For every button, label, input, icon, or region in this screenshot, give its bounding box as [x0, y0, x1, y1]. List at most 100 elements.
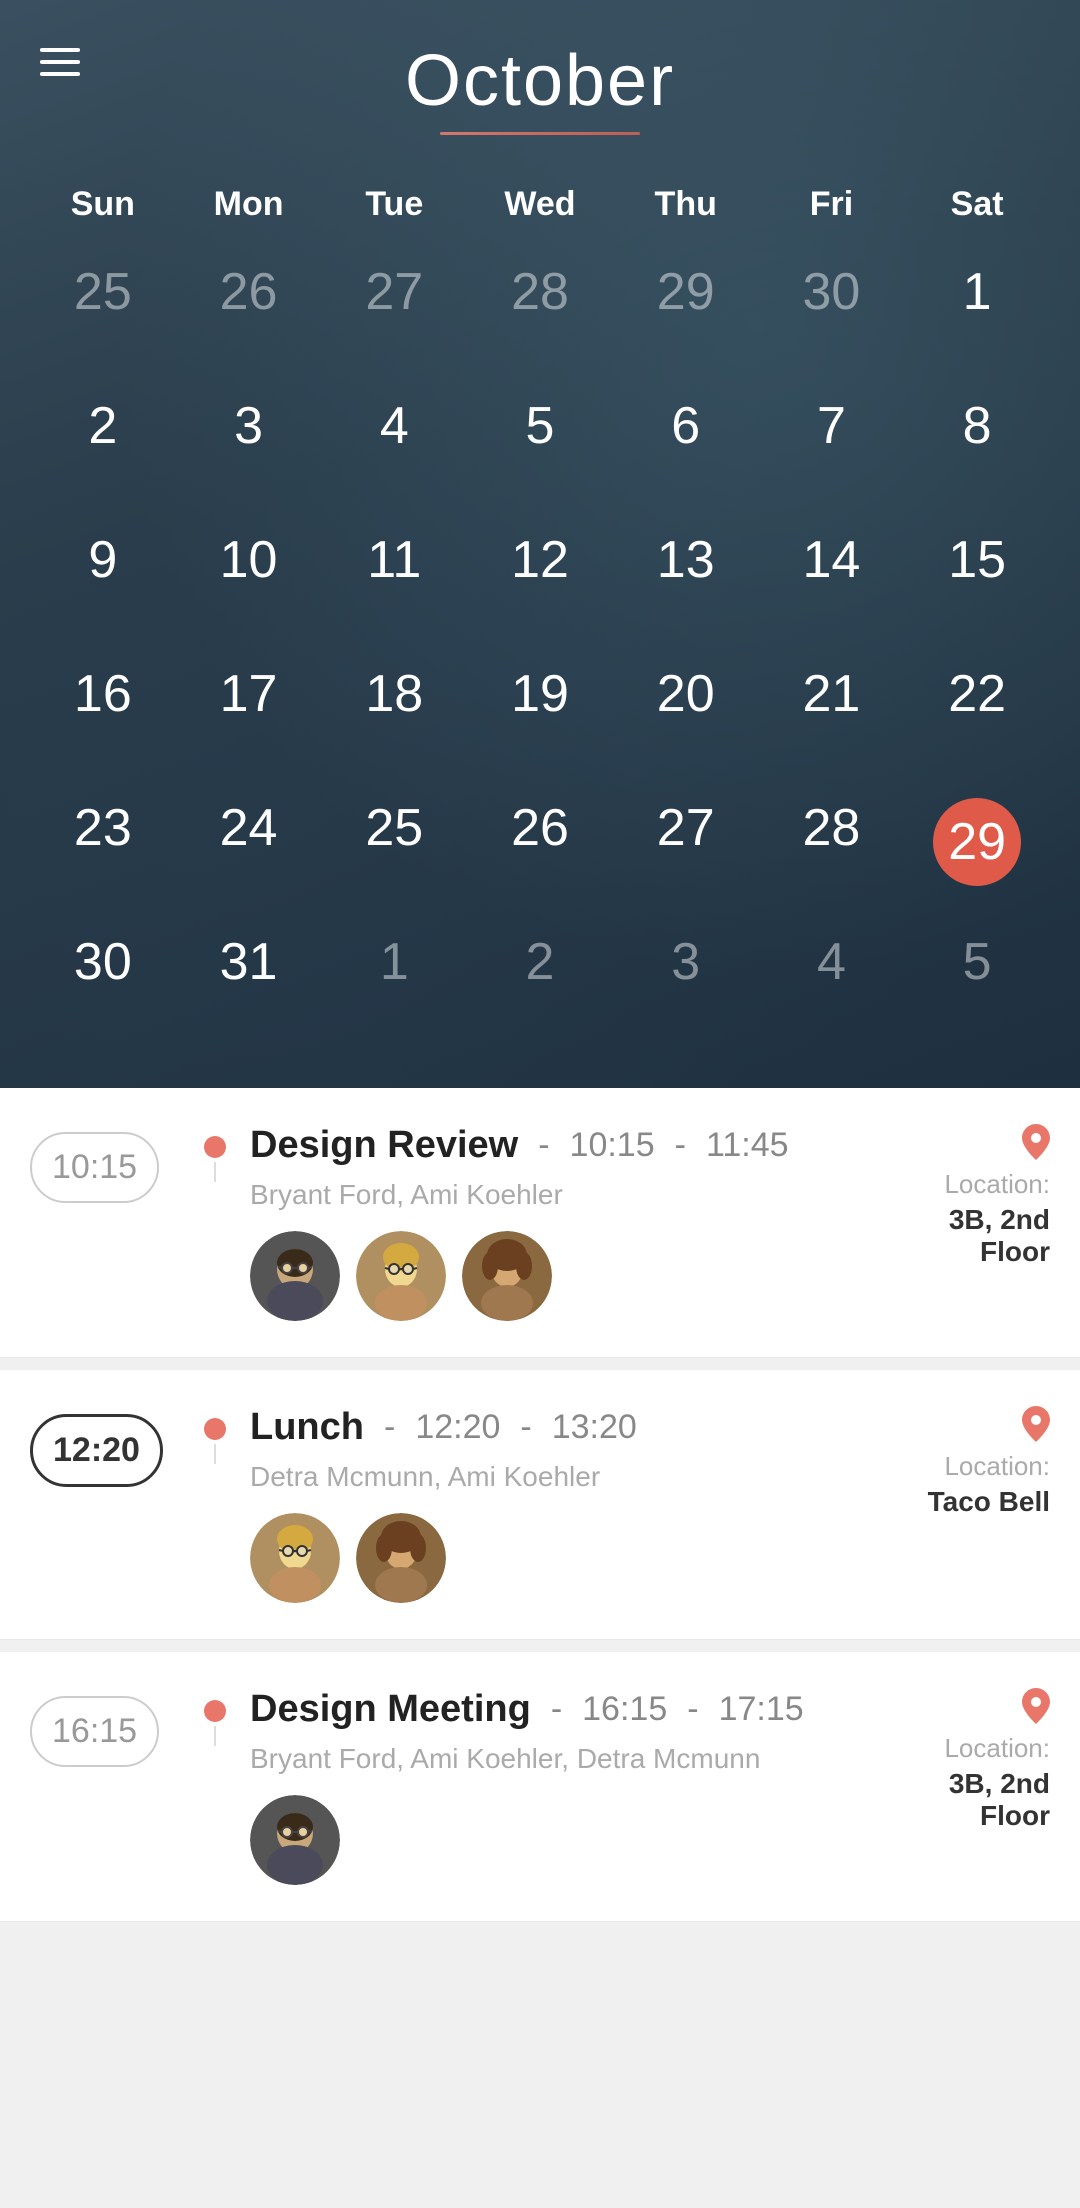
calendar-day[interactable]: 24	[176, 780, 322, 904]
day-header-wed: Wed	[467, 185, 613, 224]
event-avatars	[250, 1795, 870, 1885]
calendar-day[interactable]: 4	[759, 914, 905, 1038]
calendar-day[interactable]: 30	[30, 914, 176, 1038]
day-header-fri: Fri	[759, 185, 905, 224]
month-underline	[440, 132, 640, 135]
event-separator2: -	[520, 1408, 531, 1447]
event-time-col: 12:20	[30, 1414, 190, 1487]
calendar-day[interactable]: 5	[904, 914, 1050, 1038]
calendar-day[interactable]: 17	[176, 646, 322, 770]
calendar-day[interactable]: 11	[321, 512, 467, 636]
calendar-day[interactable]: 25	[30, 244, 176, 368]
location-icon	[880, 1688, 1050, 1733]
calendar-day[interactable]: 4	[321, 378, 467, 502]
calendar-section: October Sun Mon Tue Wed Thu Fri Sat 2526…	[0, 0, 1080, 1088]
events-section: 10:15 Design Review - 10:15 - 11:45 Brya…	[0, 1088, 1080, 2208]
calendar-day[interactable]: 3	[176, 378, 322, 502]
calendar-day[interactable]: 21	[759, 646, 905, 770]
location-value: Taco Bell	[880, 1486, 1050, 1518]
event-dot-col	[190, 1700, 240, 1746]
calendar-rows: 2526272829301234567891011121314151617181…	[30, 244, 1050, 1048]
calendar-day[interactable]: 16	[30, 646, 176, 770]
day-header-tue: Tue	[321, 185, 467, 224]
today-circle: 29	[933, 798, 1021, 886]
calendar-day[interactable]: 26	[467, 780, 613, 904]
event-content: Design Review - 10:15 - 11:45 Bryant For…	[240, 1124, 870, 1321]
location-label: Location:	[880, 1451, 1050, 1482]
event-separator: -	[551, 1690, 562, 1729]
calendar-day[interactable]: 26	[176, 244, 322, 368]
calendar-day[interactable]: 2	[467, 914, 613, 1038]
calendar-day[interactable]: 18	[321, 646, 467, 770]
event-avatars	[250, 1513, 870, 1603]
calendar-day[interactable]: 13	[613, 512, 759, 636]
calendar-week-5: 303112345	[30, 914, 1050, 1038]
calendar-day[interactable]: 27	[613, 780, 759, 904]
event-title: Design Review	[250, 1124, 518, 1167]
event-dot-col	[190, 1136, 240, 1182]
event-title-row: Lunch - 12:20 - 13:20	[250, 1406, 870, 1449]
calendar-day[interactable]: 5	[467, 378, 613, 502]
event-dot-col	[190, 1418, 240, 1464]
calendar-day[interactable]: 6	[613, 378, 759, 502]
calendar-day[interactable]: 20	[613, 646, 759, 770]
calendar-day[interactable]: 7	[759, 378, 905, 502]
day-headers: Sun Mon Tue Wed Thu Fri Sat	[30, 185, 1050, 224]
calendar-day[interactable]: 9	[30, 512, 176, 636]
event-start-time: 12:20	[415, 1408, 500, 1447]
calendar-day[interactable]: 10	[176, 512, 322, 636]
event-location-col: Location: Taco Bell	[870, 1406, 1050, 1518]
calendar-grid: Sun Mon Tue Wed Thu Fri Sat 252627282930…	[30, 185, 1050, 1048]
event-line	[214, 1444, 216, 1464]
event-time-badge: 10:15	[30, 1132, 159, 1203]
calendar-day[interactable]: 15	[904, 512, 1050, 636]
calendar-week-2: 9101112131415	[30, 512, 1050, 636]
avatar	[250, 1795, 340, 1885]
event-title: Design Meeting	[250, 1688, 531, 1731]
event-end-time: 17:15	[719, 1690, 804, 1729]
calendar-day[interactable]: 29	[904, 780, 1050, 904]
calendar-day[interactable]: 19	[467, 646, 613, 770]
event-avatars	[250, 1231, 870, 1321]
event-item[interactable]: 16:15 Design Meeting - 16:15 - 17:15 Bry…	[0, 1652, 1080, 1922]
calendar-day[interactable]: 29	[613, 244, 759, 368]
event-line	[214, 1162, 216, 1182]
calendar-day[interactable]: 27	[321, 244, 467, 368]
calendar-day[interactable]: 28	[759, 780, 905, 904]
event-line	[214, 1726, 216, 1746]
calendar-day[interactable]: 12	[467, 512, 613, 636]
location-label: Location:	[880, 1733, 1050, 1764]
calendar-day[interactable]: 25	[321, 780, 467, 904]
calendar-day[interactable]: 14	[759, 512, 905, 636]
calendar-day[interactable]: 3	[613, 914, 759, 1038]
avatar	[356, 1231, 446, 1321]
event-title: Lunch	[250, 1406, 364, 1449]
calendar-day[interactable]: 30	[759, 244, 905, 368]
event-location-col: Location: 3B, 2nd Floor	[870, 1688, 1050, 1832]
event-people: Detra Mcmunn, Ami Koehler	[250, 1461, 870, 1493]
day-header-mon: Mon	[176, 185, 322, 224]
event-content: Design Meeting - 16:15 - 17:15 Bryant Fo…	[240, 1688, 870, 1885]
event-people: Bryant Ford, Ami Koehler, Detra Mcmunn	[250, 1743, 870, 1775]
calendar-day[interactable]: 2	[30, 378, 176, 502]
event-content: Lunch - 12:20 - 13:20 Detra Mcmunn, Ami …	[240, 1406, 870, 1603]
calendar-day[interactable]: 1	[904, 244, 1050, 368]
menu-button[interactable]	[40, 40, 80, 84]
event-separator2: -	[687, 1690, 698, 1729]
calendar-day[interactable]: 31	[176, 914, 322, 1038]
calendar-day[interactable]: 28	[467, 244, 613, 368]
day-header-sat: Sat	[904, 185, 1050, 224]
location-value: 3B, 2nd Floor	[880, 1204, 1050, 1268]
event-item[interactable]: 12:20 Lunch - 12:20 - 13:20 Detra Mcmunn…	[0, 1370, 1080, 1640]
avatar	[250, 1513, 340, 1603]
event-time-badge: 12:20	[30, 1414, 163, 1487]
calendar-week-3: 16171819202122	[30, 646, 1050, 770]
calendar-day[interactable]: 1	[321, 914, 467, 1038]
event-time-badge: 16:15	[30, 1696, 159, 1767]
calendar-day[interactable]: 8	[904, 378, 1050, 502]
calendar-day[interactable]: 23	[30, 780, 176, 904]
event-dot	[204, 1136, 226, 1158]
calendar-day[interactable]: 22	[904, 646, 1050, 770]
event-start-time: 16:15	[582, 1690, 667, 1729]
event-item[interactable]: 10:15 Design Review - 10:15 - 11:45 Brya…	[0, 1088, 1080, 1358]
